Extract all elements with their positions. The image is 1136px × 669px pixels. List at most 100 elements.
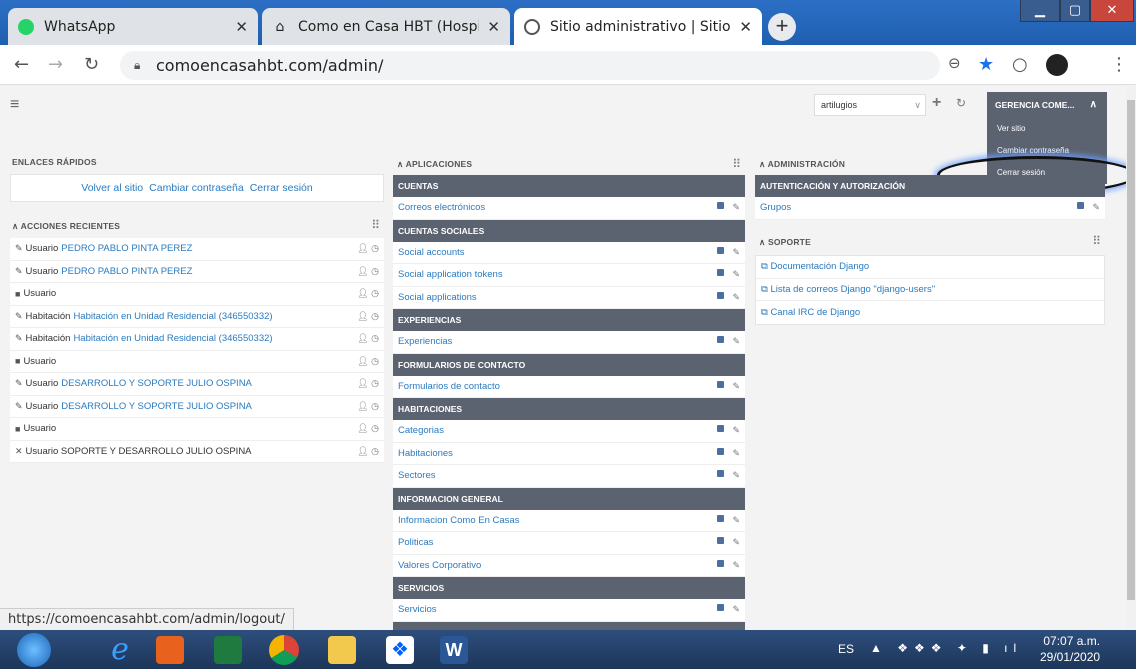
- add-icon[interactable]: [717, 559, 725, 567]
- minimize-button[interactable]: ▁: [1020, 0, 1060, 22]
- add-icon[interactable]: +: [932, 94, 941, 112]
- model-link[interactable]: Social accounts: [398, 247, 465, 258]
- model-link[interactable]: Social application tokens: [398, 269, 503, 280]
- edit-icon[interactable]: ✎: [732, 537, 740, 548]
- groups-link[interactable]: Grupos: [760, 202, 791, 213]
- action-object-link[interactable]: DESARROLLO Y SOPORTE JULIO OSPINA: [61, 401, 252, 412]
- add-icon[interactable]: [717, 537, 725, 545]
- action-object-link[interactable]: PEDRO PABLO PINTA PEREZ: [61, 266, 192, 277]
- edit-icon[interactable]: ✎: [732, 269, 740, 280]
- app-caption[interactable]: SERVICIOS: [393, 577, 745, 599]
- model-link[interactable]: Habitaciones: [398, 448, 453, 459]
- logout-link[interactable]: Cerrar sesión: [250, 182, 313, 194]
- tab-sitio-administrativo[interactable]: Sitio administrativo | Sitio de adm ✕: [514, 8, 762, 45]
- model-link[interactable]: Valores Corporativo: [398, 560, 481, 571]
- model-link[interactable]: Servicios: [398, 604, 437, 615]
- user-menu-view-site[interactable]: Ver sitio: [997, 118, 1107, 140]
- window-close-button[interactable]: ✕: [1090, 0, 1134, 22]
- user-menu-toggle[interactable]: GERENCIA COME... ∧: [987, 92, 1107, 118]
- add-icon[interactable]: [717, 447, 725, 455]
- close-icon[interactable]: ✕: [487, 18, 500, 36]
- word-taskbar-button[interactable]: W: [432, 632, 476, 667]
- zoom-icon[interactable]: ⊖: [948, 54, 961, 72]
- ie-taskbar-button[interactable]: e: [98, 632, 142, 667]
- add-icon[interactable]: [717, 470, 725, 478]
- edit-icon[interactable]: ✎: [732, 515, 740, 526]
- edit-icon[interactable]: ✎: [732, 560, 740, 571]
- back-to-site-link[interactable]: Volver al sitio: [81, 182, 143, 194]
- edit-icon[interactable]: ✎: [732, 448, 740, 459]
- add-icon[interactable]: [717, 380, 725, 388]
- add-icon[interactable]: [717, 425, 725, 433]
- tab-como-en-casa[interactable]: ⌂ Como en Casa HBT (Hospitalidad ✕: [262, 8, 510, 45]
- tab-whatsapp[interactable]: WhatsApp ✕: [8, 8, 258, 45]
- add-icon[interactable]: [717, 604, 725, 612]
- edit-icon[interactable]: ✎: [732, 336, 740, 347]
- search-select[interactable]: artilugios ∨: [814, 94, 926, 116]
- clock[interactable]: 07:07 a.m. 29/01/2020: [1040, 633, 1100, 665]
- grid-icon[interactable]: ⠿: [1092, 234, 1101, 248]
- change-password-link[interactable]: Cambiar contraseña: [149, 182, 244, 194]
- edit-icon[interactable]: ✎: [732, 247, 740, 258]
- back-icon[interactable]: ←: [14, 54, 29, 75]
- tray-icons[interactable]: ▲ ❖❖❖ ✦ ▮ ıl: [870, 641, 1022, 655]
- start-button[interactable]: [12, 632, 56, 667]
- action-object-link[interactable]: Habitación en Unidad Residencial (346550…: [73, 333, 272, 344]
- edit-icon[interactable]: ✎: [732, 202, 740, 213]
- django-irc-link[interactable]: ⧉ Canal IRC de Django: [761, 307, 860, 318]
- action-object-link[interactable]: PEDRO PABLO PINTA PEREZ: [61, 243, 192, 254]
- model-link[interactable]: Politicas: [398, 537, 433, 548]
- dropbox-taskbar-button[interactable]: ❖: [378, 632, 422, 667]
- model-link[interactable]: Formularios de contacto: [398, 381, 500, 392]
- edit-icon[interactable]: ✎: [732, 604, 740, 615]
- add-icon[interactable]: [717, 202, 725, 210]
- app-caption[interactable]: INFORMACION GENERAL: [393, 487, 745, 510]
- edit-icon[interactable]: ✎: [1092, 202, 1100, 213]
- app-caption[interactable]: FORMULARIOS DE CONTACTO: [393, 353, 745, 376]
- excel-taskbar-button[interactable]: [206, 632, 250, 667]
- edit-icon[interactable]: ✎: [732, 381, 740, 392]
- grid-icon[interactable]: ⠿: [371, 218, 380, 232]
- add-icon[interactable]: [717, 336, 725, 344]
- model-link[interactable]: Informacion Como En Casas: [398, 515, 519, 526]
- django-docs-link[interactable]: ⧉ Documentación Django: [761, 261, 869, 272]
- address-bar[interactable]: 🔒︎ comoencasahbt.com/admin/: [120, 51, 940, 80]
- app-caption[interactable]: EXPERIENCIAS: [393, 309, 745, 331]
- media-taskbar-button[interactable]: [148, 632, 192, 667]
- new-tab-button[interactable]: +: [768, 13, 796, 41]
- page-scrollbar[interactable]: [1126, 86, 1136, 630]
- django-mailing-list-link[interactable]: ⧉ Lista de correos Django "django-users": [761, 284, 935, 295]
- edit-icon[interactable]: ✎: [732, 425, 740, 436]
- app-caption[interactable]: HABITACIONES: [393, 398, 745, 420]
- add-icon[interactable]: [717, 246, 725, 254]
- add-icon[interactable]: [717, 269, 725, 277]
- close-icon[interactable]: ✕: [235, 18, 248, 36]
- model-link[interactable]: Sectores: [398, 470, 436, 481]
- grid-icon[interactable]: ⠿: [732, 157, 741, 171]
- action-object-link[interactable]: DESARROLLO Y SOPORTE JULIO OSPINA: [61, 378, 252, 389]
- add-icon[interactable]: [1077, 202, 1085, 210]
- scroll-thumb[interactable]: [1127, 100, 1135, 600]
- action-object-link[interactable]: Habitación en Unidad Residencial (346550…: [73, 311, 272, 322]
- hamburger-icon[interactable]: ≡: [10, 96, 19, 114]
- profile-avatar[interactable]: [1046, 54, 1068, 76]
- add-icon[interactable]: [717, 291, 725, 299]
- edit-icon[interactable]: ✎: [732, 292, 740, 303]
- maximize-button[interactable]: ▢: [1060, 0, 1090, 22]
- forward-icon[interactable]: →: [48, 54, 63, 75]
- explorer-taskbar-button[interactable]: [320, 632, 364, 667]
- app-caption[interactable]: CUENTAS SOCIALES: [393, 219, 745, 242]
- edit-icon[interactable]: ✎: [732, 470, 740, 481]
- menu-icon[interactable]: ⋮: [1110, 54, 1128, 75]
- app-caption[interactable]: CUENTAS: [393, 175, 745, 197]
- model-link[interactable]: Categorias: [398, 425, 444, 436]
- add-icon[interactable]: [717, 514, 725, 522]
- close-icon[interactable]: ✕: [739, 18, 752, 36]
- model-link[interactable]: Correos electrónicos: [398, 202, 485, 213]
- model-link[interactable]: Experiencias: [398, 336, 452, 347]
- language-indicator[interactable]: ES: [838, 642, 854, 656]
- model-link[interactable]: Social applications: [398, 292, 477, 303]
- extension-icon[interactable]: ○: [1012, 54, 1028, 75]
- reload-icon[interactable]: ↻: [84, 54, 99, 75]
- star-icon[interactable]: ★: [978, 54, 994, 75]
